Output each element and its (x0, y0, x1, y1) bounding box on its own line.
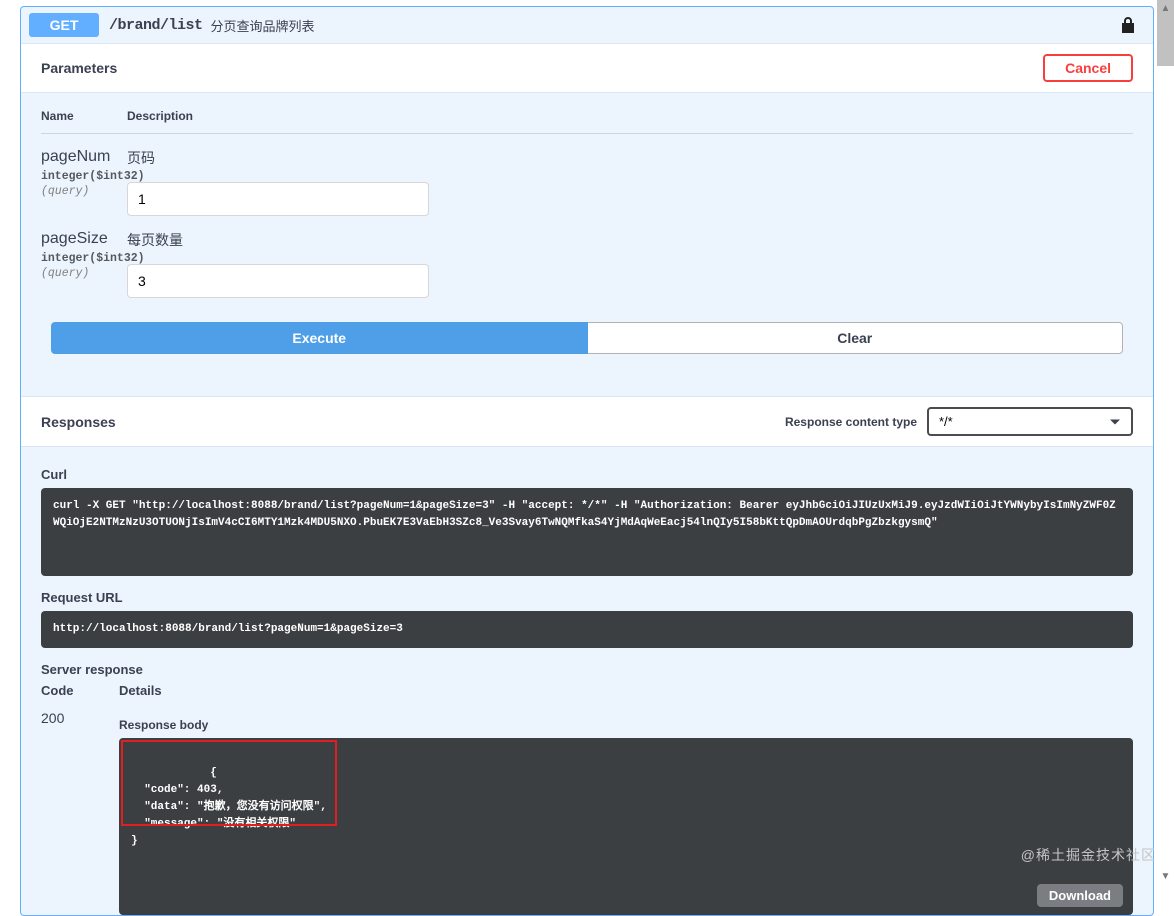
execute-button[interactable]: Execute (51, 322, 588, 354)
lock-icon[interactable] (1121, 16, 1135, 34)
param-description: 页码 (127, 148, 1133, 168)
clear-button[interactable]: Clear (588, 322, 1124, 354)
column-header-code: Code (41, 683, 119, 698)
param-type: integer($int32) (41, 248, 121, 265)
column-header-details: Details (119, 683, 1133, 698)
param-in: (query) (41, 183, 121, 198)
content-type-value: */* (939, 414, 953, 429)
operation-summary[interactable]: GET /brand/list 分页查询品牌列表 (21, 7, 1153, 43)
parameter-row: pageNum integer($int32) (query) 页码 (41, 134, 1133, 216)
param-in: (query) (41, 265, 121, 280)
response-code: 200 (41, 710, 64, 726)
server-response-label: Server response (41, 662, 1133, 677)
response-body-block[interactable]: { "code": 403, "data": "抱歉，您没有访问权限", "me… (119, 738, 1133, 915)
request-url-label: Request URL (41, 590, 1133, 605)
http-method-badge: GET (29, 13, 99, 37)
responses-title: Responses (41, 414, 116, 430)
cancel-button[interactable]: Cancel (1043, 54, 1133, 82)
param-name: pageNum (41, 148, 121, 166)
content-type-label: Response content type (785, 415, 917, 429)
parameter-row: pageSize integer($int32) (query) 每页数量 (41, 216, 1133, 298)
curl-label: Curl (41, 467, 1133, 482)
pagenum-input[interactable] (127, 182, 429, 216)
content-type-select[interactable]: */* (927, 407, 1133, 436)
parameters-body: Name Description pageNum integer($int32)… (21, 93, 1153, 378)
response-body-label: Response body (119, 718, 1133, 732)
param-name: pageSize (41, 230, 121, 248)
operation-block: GET /brand/list 分页查询品牌列表 Parameters Canc… (20, 6, 1154, 916)
param-type: integer($int32) (41, 166, 121, 183)
parameters-header-bar: Parameters Cancel (21, 43, 1153, 93)
scroll-up-icon[interactable]: ▲ (1157, 0, 1174, 17)
responses-header-bar: Responses Response content type */* (21, 396, 1153, 447)
scroll-down-icon[interactable]: ▼ (1157, 868, 1174, 885)
operation-path: /brand/list (109, 17, 203, 34)
download-button[interactable]: Download (1037, 884, 1123, 907)
response-body-text: { "code": 403, "data": "抱歉，您没有访问权限", "me… (131, 767, 327, 847)
chevron-down-icon (1109, 414, 1121, 429)
operation-description: 分页查询品牌列表 (211, 16, 315, 35)
column-header-description: Description (127, 109, 1133, 123)
column-header-name: Name (41, 109, 127, 123)
parameters-title: Parameters (41, 60, 117, 76)
param-description: 每页数量 (127, 230, 1133, 250)
request-url-block[interactable]: http://localhost:8088/brand/list?pageNum… (41, 611, 1133, 648)
responses-body: Curl curl -X GET "http://localhost:8088/… (21, 447, 1153, 915)
pagesize-input[interactable] (127, 264, 429, 298)
curl-block[interactable]: curl -X GET "http://localhost:8088/brand… (41, 488, 1133, 576)
